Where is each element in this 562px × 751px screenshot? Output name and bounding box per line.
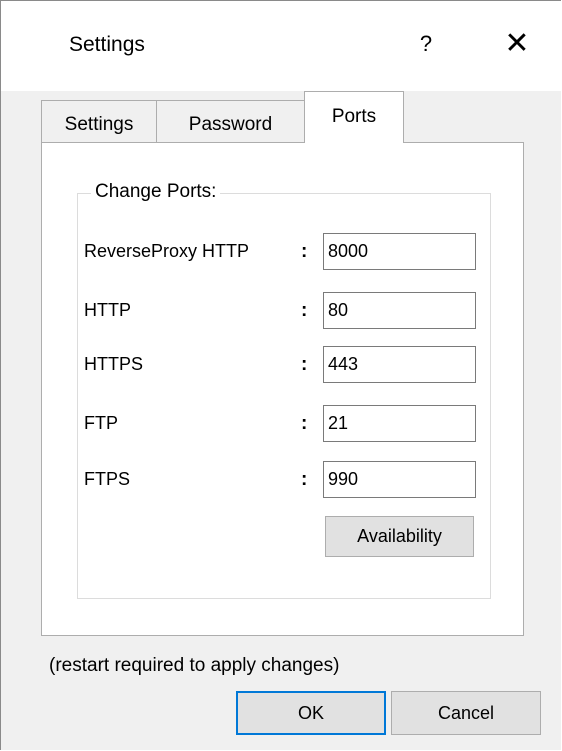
title-bar: Settings ? ✕ [1,1,561,91]
colon-separator: : [301,354,308,375]
ftps-port-input[interactable] [323,461,476,498]
https-port-input[interactable] [323,346,476,383]
tab-settings[interactable]: Settings [41,100,157,143]
help-button[interactable]: ? [411,27,441,61]
ftps-label: FTPS [84,469,131,489]
colon-separator: : [301,300,308,321]
tab-ports[interactable]: Ports [304,91,404,143]
restart-note: (restart required to apply changes) [49,655,340,676]
colon-separator: : [301,413,308,434]
cancel-button[interactable]: Cancel [391,691,541,735]
ftp-label: FTP [84,413,118,433]
ftp-port-input[interactable] [323,405,476,442]
colon-separator: : [301,469,308,490]
ok-button[interactable]: OK [236,691,386,735]
settings-dialog: Settings ? ✕ Settings Password Ports Cha… [0,0,561,750]
tab-password[interactable]: Password [156,100,305,143]
close-icon[interactable]: ✕ [497,27,537,61]
availability-button[interactable]: Availability [325,516,474,557]
http-port-input[interactable] [323,292,476,329]
http-label: HTTP [84,300,131,320]
reverseproxy-http-port-input[interactable] [323,233,476,270]
window-title: Settings [69,33,145,56]
https-label: HTTPS [84,354,144,374]
reverseproxy-http-label: ReverseProxy HTTP [84,241,250,261]
colon-separator: : [301,241,308,262]
group-legend: Change Ports: [91,181,221,203]
